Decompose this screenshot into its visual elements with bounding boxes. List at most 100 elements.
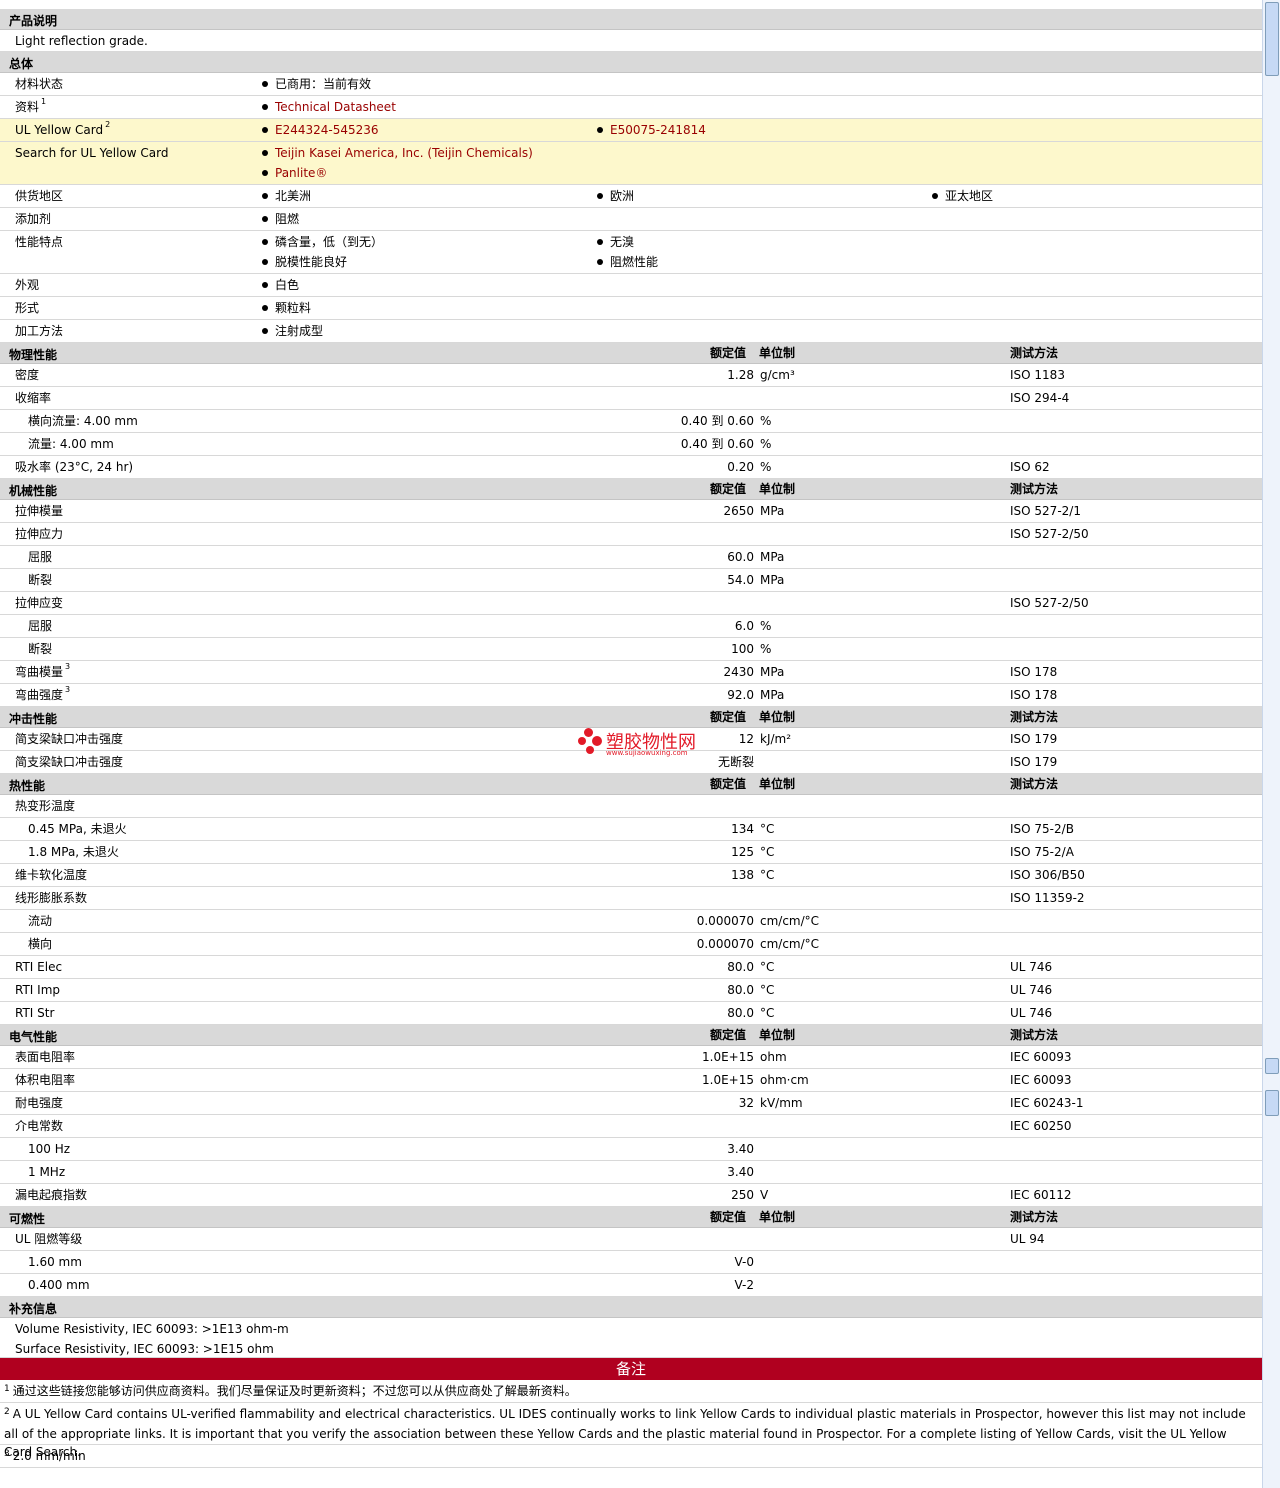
- scrollbar-thumb[interactable]: [1265, 2, 1279, 76]
- section-header-description: 产品说明: [0, 9, 1262, 30]
- test-method: IEC 60112: [1010, 1188, 1072, 1202]
- property-label-text: 漏电起痕指数: [15, 1188, 88, 1202]
- property-label: 流动: [28, 914, 52, 928]
- appearance-label: 外观: [15, 278, 40, 292]
- brand-link[interactable]: Panlite®: [275, 166, 327, 180]
- top-spacer: [0, 0, 1262, 9]
- region-item: 欧洲: [597, 189, 634, 203]
- footnote-number: 1: [4, 1384, 10, 1394]
- bullet-icon: [597, 127, 603, 133]
- property-label-text: 体积电阻率: [15, 1073, 76, 1087]
- column-header-method: 测试方法: [1010, 1210, 1059, 1224]
- property-unit: kJ/m²: [760, 732, 792, 746]
- vertical-scrollbar[interactable]: [1262, 0, 1280, 1488]
- property-value: 2650: [723, 504, 754, 518]
- property-unit: kV/mm: [760, 1096, 803, 1110]
- property-label: 简支梁缺口冲击强度: [15, 755, 123, 769]
- column-header-unit: 单位制: [759, 346, 796, 360]
- test-method: UL 746: [1010, 1006, 1053, 1020]
- property-label: RTI Str: [15, 1006, 54, 1020]
- property-label-text: 线形膨胀系数: [15, 891, 88, 905]
- section-title: 冲击性能: [9, 712, 58, 726]
- section-title: 物理性能: [9, 348, 58, 362]
- property-value: 60.0: [727, 550, 754, 564]
- property-unit: %: [760, 414, 772, 428]
- property-label: 1.8 MPa, 未退火: [28, 845, 119, 859]
- footnote-number: 2: [4, 1407, 10, 1417]
- property-row: 流动 0.000070 cm/cm/°C: [0, 910, 1262, 933]
- property-row: RTI Elec 80.0 °C UL 746: [0, 956, 1262, 979]
- property-label: 横向: [28, 937, 52, 951]
- property-unit: °C: [760, 960, 775, 974]
- property-row: 表面电阻率 1.0E+15 ohm IEC 60093: [0, 1046, 1262, 1069]
- appearance-row: 外观 白色: [0, 274, 1262, 297]
- property-row: 体积电阻率 1.0E+15 ohm·cm IEC 60093: [0, 1069, 1262, 1092]
- test-method: ISO 306/B50: [1010, 868, 1085, 882]
- property-unit: V: [760, 1188, 769, 1202]
- ul-search-row: Search for UL Yellow Card Teijin Kasei A…: [0, 142, 1262, 185]
- property-unit: °C: [760, 1006, 775, 1020]
- technical-datasheet-link[interactable]: Technical Datasheet: [275, 100, 396, 114]
- footnote-ref[interactable]: 1: [41, 97, 46, 106]
- property-row: 漏电起痕指数 250 V IEC 60112: [0, 1184, 1262, 1207]
- section-header-general: 总体: [0, 52, 1262, 73]
- additive-label: 添加剂: [15, 212, 52, 226]
- test-method: UL 746: [1010, 960, 1053, 974]
- footnote-ref[interactable]: 2: [105, 120, 110, 129]
- section-header-impact: 冲击性能 额定值 单位制 测试方法: [0, 707, 1262, 728]
- status-row: 材料状态 已商用：当前有效: [0, 73, 1262, 96]
- property-label: 断裂: [28, 573, 52, 587]
- features-label: 性能特点: [15, 235, 64, 249]
- electrical-section: 电气性能 额定值 单位制 测试方法 表面电阻率 1.0E+15 ohm IEC 60093 体积…: [0, 1025, 1262, 1207]
- property-value: 54.0: [727, 573, 754, 587]
- ul-card-link[interactable]: E50075-241814: [610, 123, 706, 137]
- property-value: 0.000070: [696, 937, 754, 951]
- ul-card-link[interactable]: E244324-545236: [275, 123, 379, 137]
- property-label-text: 拉伸应力: [15, 527, 64, 541]
- footnote-3: 3 2.0 mm/min: [0, 1445, 1262, 1468]
- scrollbar-thumb[interactable]: [1265, 1090, 1279, 1116]
- test-method: ISO 75-2/A: [1010, 845, 1074, 859]
- property-label-text: 横向: [28, 937, 53, 951]
- section-header-physical: 物理性能 额定值 单位制 测试方法: [0, 343, 1262, 364]
- property-row: 收缩率 ISO 294-4: [0, 387, 1262, 410]
- property-unit: cm/cm/°C: [760, 937, 820, 951]
- property-row: 拉伸应力 ISO 527-2/50: [0, 523, 1262, 546]
- feature-value: 阻燃性能: [610, 255, 659, 269]
- property-label: 弯曲强度 3: [15, 685, 70, 703]
- property-label-text: 断裂: [28, 642, 53, 656]
- property-label: 横向流量: 4.00 mm: [28, 414, 138, 428]
- property-row: 拉伸应变 ISO 527-2/50: [0, 592, 1262, 615]
- feature-value: 无溴: [610, 235, 635, 249]
- property-row: 拉伸模量 2650 MPa ISO 527-2/1: [0, 500, 1262, 523]
- footnote-ref[interactable]: 3: [65, 662, 70, 671]
- notes-header: 备注: [0, 1358, 1262, 1380]
- property-value: 92.0: [727, 688, 754, 702]
- property-label-text: 收缩率: [15, 391, 52, 405]
- features-row: 性能特点 磷含量，低（到无） 无溴 脱模性能良好 阻燃性能: [0, 231, 1262, 274]
- property-label: 介电常数: [15, 1119, 63, 1133]
- ul-label-text: UL Yellow Card: [15, 123, 104, 137]
- footnote-text: 通过这些链接您能够访问供应商资料。我们尽量保证及时更新资料；不过您可以从供应商处…: [12, 1384, 577, 1398]
- test-method: ISO 178: [1010, 665, 1058, 679]
- scrollbar-thumb[interactable]: [1265, 1058, 1279, 1074]
- supplier-link[interactable]: Teijin Kasei America, Inc. (Teijin Chemi…: [275, 146, 533, 160]
- logo-dot: [578, 737, 586, 745]
- footnote-ref[interactable]: 3: [65, 685, 70, 694]
- flammability-section: 可燃性 额定值 单位制 测试方法 UL 阻燃等级 UL 94 1.60 mm V-0 0.400…: [0, 1207, 1262, 1297]
- footnote-2: 2A UL Yellow Card contains UL-verified f…: [0, 1403, 1262, 1459]
- property-row: 密度 1.28 g/cm³ ISO 1183: [0, 364, 1262, 387]
- search-item: Panlite®: [262, 166, 327, 180]
- property-label-text: 弯曲强度: [15, 688, 64, 702]
- property-value: 1.28: [727, 368, 754, 382]
- property-label: 表面电阻率: [15, 1050, 75, 1064]
- property-value: V-2: [734, 1278, 754, 1292]
- logo-dot: [584, 728, 593, 737]
- property-value: 134: [731, 822, 754, 836]
- additive-row: 添加剂 阻燃: [0, 208, 1262, 231]
- property-row: 屈服 6.0%: [0, 615, 1262, 638]
- property-unit: MPa: [760, 550, 785, 564]
- status-item: 已商用：当前有效: [262, 77, 371, 91]
- property-label-text: 密度: [15, 368, 40, 382]
- test-method: ISO 11359-2: [1010, 891, 1085, 905]
